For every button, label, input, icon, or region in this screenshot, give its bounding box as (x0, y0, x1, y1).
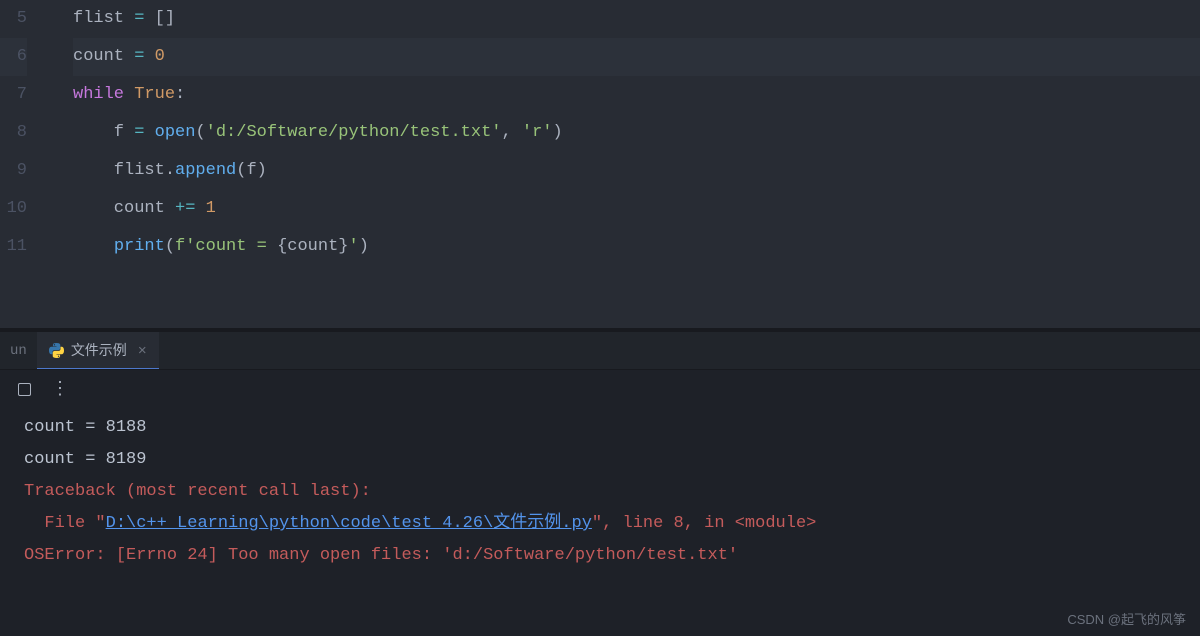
code-line[interactable]: flist = [] (73, 0, 1200, 38)
code-line[interactable]: count = 0 (73, 38, 1200, 76)
code-line[interactable]: print(f'count = {count}') (73, 228, 1200, 266)
code-line[interactable]: f = open('d:/Software/python/test.txt', … (73, 114, 1200, 152)
line-number-gutter: 567891011 (0, 0, 45, 328)
code-line[interactable]: flist.append(f) (73, 152, 1200, 190)
file-link[interactable]: D:\c++ Learning\python\code\test 4.26\文件… (106, 514, 592, 533)
line-number: 11 (0, 228, 27, 266)
output-line: count = 8188 (24, 412, 1176, 444)
output-line: count = 8189 (24, 444, 1176, 476)
line-number: 10 (0, 190, 27, 228)
code-line[interactable]: while True: (73, 76, 1200, 114)
output-line: OSError: [Errno 24] Too many open files:… (24, 540, 1176, 572)
watermark: CSDN @起飞的风筝 (1067, 609, 1186, 628)
line-number: 8 (0, 114, 27, 152)
terminal-tab-bar: un 文件示例 × (0, 332, 1200, 370)
line-number: 5 (0, 0, 27, 38)
line-number: 9 (0, 152, 27, 190)
more-icon[interactable]: ⋮ (51, 378, 67, 400)
terminal-tab[interactable]: 文件示例 × (37, 332, 159, 369)
code-line[interactable]: count += 1 (73, 190, 1200, 228)
terminal-toolbar: ⋮ (0, 370, 1200, 408)
code-area[interactable]: flist = []count = 0while True: f = open(… (45, 0, 1200, 328)
tab-label: 文件示例 (71, 340, 127, 360)
stop-button[interactable] (18, 383, 31, 396)
terminal-output[interactable]: count = 8188count = 8189Traceback (most … (0, 408, 1200, 576)
close-icon[interactable]: × (138, 342, 147, 359)
python-icon (49, 343, 64, 358)
tab-prefix-text: un (4, 343, 37, 359)
output-line: File "D:\c++ Learning\python\code\test 4… (24, 508, 1176, 540)
output-line: Traceback (most recent call last): (24, 476, 1176, 508)
terminal-pane: un 文件示例 × ⋮ count = 8188count = 8189Trac… (0, 332, 1200, 636)
editor-pane: 567891011 flist = []count = 0while True:… (0, 0, 1200, 328)
line-number: 7 (0, 76, 27, 114)
line-number: 6 (0, 38, 27, 76)
